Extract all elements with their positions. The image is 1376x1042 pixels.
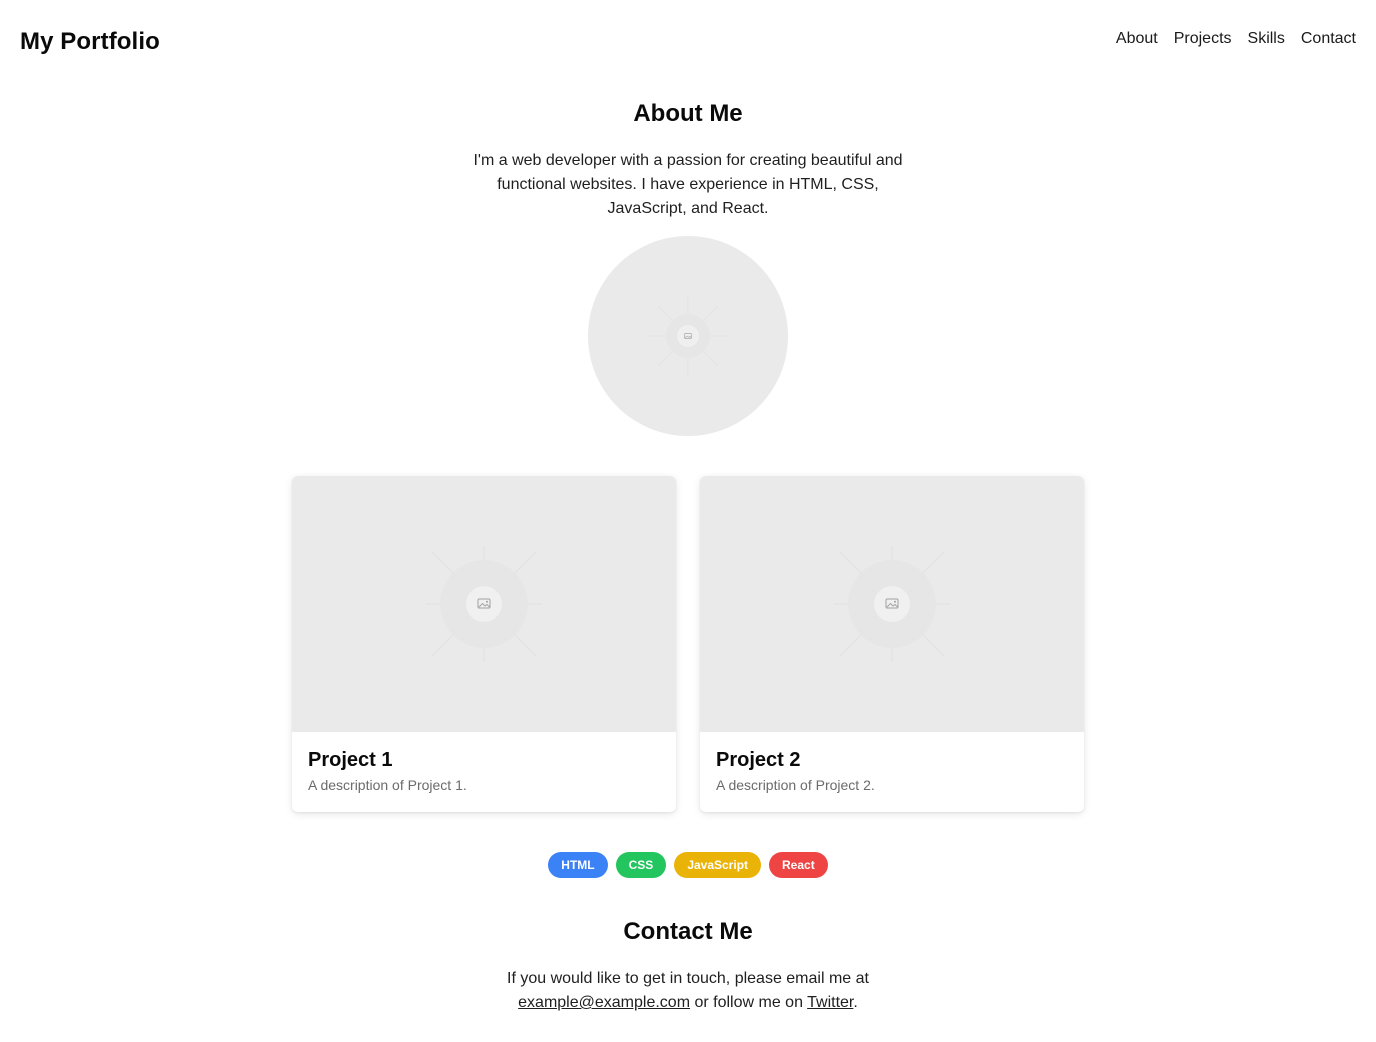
about-text: I'm a web developer with a passion for c… [473, 152, 903, 217]
nav-contact-link[interactable]: Contact [1301, 30, 1356, 48]
skill-badge-html: HTML [548, 852, 608, 878]
site-header: My Portfolio About Projects Skills Conta… [0, 0, 1376, 86]
skills-list: HTML CSS JavaScript React [0, 852, 1376, 878]
contact-text-before: If you would like to get in touch, pleas… [507, 970, 869, 987]
contact-heading: Contact Me [623, 918, 753, 945]
nav-about-link[interactable]: About [1116, 30, 1158, 48]
main-nav: About Projects Skills Contact [1116, 30, 1356, 48]
contact-text-after: . [853, 994, 858, 1011]
email-link[interactable]: example@example.com [518, 994, 690, 1011]
image-placeholder-icon [646, 294, 730, 378]
avatar [588, 236, 788, 436]
twitter-link[interactable]: Twitter [807, 994, 853, 1011]
nav-projects-link[interactable]: Projects [1174, 30, 1232, 48]
project-title: Project 2 [716, 749, 801, 771]
project-image [700, 476, 1084, 732]
site-title: My Portfolio [20, 28, 160, 55]
projects-section: Project 1 A description of Project 1. Pr… [292, 476, 1084, 812]
project-description: A description of Project 2. [716, 777, 875, 793]
skill-badge-react: React [769, 852, 828, 878]
image-placeholder-icon [426, 546, 542, 662]
about-heading: About Me [633, 100, 743, 127]
project-card[interactable]: Project 2 A description of Project 2. [700, 476, 1084, 812]
project-description: A description of Project 1. [308, 777, 467, 793]
image-placeholder-icon [834, 546, 950, 662]
contact-text-middle: or follow me on [694, 994, 803, 1011]
project-image [292, 476, 676, 732]
skill-badge-javascript: JavaScript [674, 852, 762, 878]
project-card[interactable]: Project 1 A description of Project 1. [292, 476, 676, 812]
contact-text: If you would like to get in touch, pleas… [478, 967, 898, 1015]
project-title: Project 1 [308, 749, 393, 771]
skill-badge-css: CSS [615, 852, 667, 878]
nav-skills-link[interactable]: Skills [1248, 30, 1285, 48]
